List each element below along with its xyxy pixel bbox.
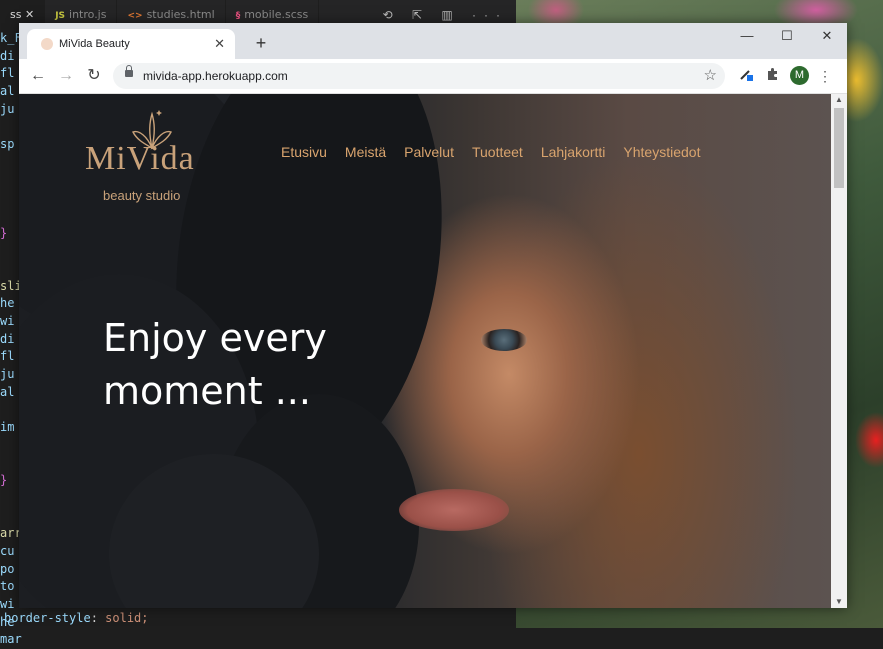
- code-line: cu: [0, 543, 15, 558]
- hero-line-1: Enjoy every: [103, 316, 327, 360]
- logo-tagline: beauty studio: [103, 188, 181, 203]
- extension-pen-icon[interactable]: [735, 59, 757, 93]
- js-file-icon: JS: [55, 11, 66, 21]
- favicon-icon: [41, 38, 53, 50]
- code-line: sp: [0, 137, 15, 152]
- eye-detail: [481, 329, 527, 351]
- menu-kebab-icon[interactable]: ⋮: [817, 59, 833, 93]
- site-logo[interactable]: MiVida beauty studio: [85, 108, 215, 203]
- code-line: sli: [0, 278, 22, 293]
- code-line: al: [0, 84, 15, 99]
- tab-strip: MiVida Beauty ✕ + — ☐ ✕: [19, 23, 847, 59]
- scss-file-icon: §: [235, 11, 241, 21]
- code-line: wi: [0, 314, 15, 328]
- reload-button[interactable]: ↻: [80, 59, 108, 93]
- browser-window: MiVida Beauty ✕ + — ☐ ✕ ← → ↻ mivida-app…: [19, 23, 847, 608]
- code-line: im: [0, 420, 15, 435]
- scroll-down-arrow-icon[interactable]: ▼: [831, 596, 847, 608]
- nav-link-tuotteet[interactable]: Tuotteet: [472, 144, 523, 160]
- url-text: mivida-app.herokuapp.com: [143, 69, 288, 83]
- css-value: solid;: [105, 611, 149, 625]
- code-line: di: [0, 48, 15, 63]
- logo-wordmark: MiVida: [85, 140, 195, 177]
- page-scrollbar[interactable]: ▲ ▼: [831, 94, 847, 608]
- hero-heading: Enjoy every moment ...: [103, 312, 363, 418]
- code-line: k_F: [0, 31, 22, 45]
- back-button[interactable]: ←: [24, 59, 52, 93]
- scroll-up-arrow-icon[interactable]: ▲: [831, 94, 847, 106]
- code-line: mar: [0, 632, 22, 647]
- editor-tab-label: studies.html: [146, 8, 215, 21]
- code-line: po: [0, 561, 15, 576]
- code-lines: k_Fdi fl al ju sp} sli he wi di fl ju al im} arr cu po t…: [0, 30, 22, 649]
- browser-toolbar: ← → ↻ mivida-app.herokuapp.com ☆ M ⋮: [19, 59, 847, 94]
- extensions-puzzle-icon[interactable]: [761, 59, 783, 93]
- maximize-button[interactable]: ☐: [767, 23, 807, 49]
- css-property: border-style: [4, 611, 91, 625]
- address-bar[interactable]: mivida-app.herokuapp.com ☆: [113, 63, 725, 89]
- editor-tab-label: ss: [10, 8, 22, 21]
- editor-tab-label: intro.js: [69, 8, 107, 21]
- hero-line-2: moment ...: [103, 369, 311, 413]
- forward-button[interactable]: →: [52, 59, 80, 93]
- tab-close-icon[interactable]: ✕: [214, 29, 225, 59]
- editor-tab-label: mobile.scss: [244, 8, 309, 21]
- html-file-icon: <>: [127, 11, 143, 21]
- lock-icon: [125, 65, 133, 77]
- nav-link-palvelut[interactable]: Palvelut: [404, 144, 454, 160]
- tab-title: MiVida Beauty: [59, 38, 130, 50]
- nav-link-etusivu[interactable]: Etusivu: [281, 144, 327, 160]
- code-line: ju: [0, 101, 15, 116]
- lips-detail: [399, 489, 509, 531]
- code-line: arr: [0, 526, 22, 541]
- nav-link-lahjakortti[interactable]: Lahjakortti: [541, 144, 606, 160]
- code-line: }: [0, 473, 8, 488]
- minimize-button[interactable]: —: [727, 23, 767, 49]
- code-line: to: [0, 579, 15, 594]
- browser-tab[interactable]: MiVida Beauty ✕: [27, 29, 235, 59]
- code-line: di: [0, 331, 15, 346]
- nav-link-yhteystiedot[interactable]: Yhteystiedot: [623, 144, 700, 160]
- code-line: ju: [0, 367, 15, 382]
- profile-avatar[interactable]: M: [790, 66, 809, 85]
- close-window-button[interactable]: ✕: [807, 23, 847, 49]
- nav-link-meista[interactable]: Meistä: [345, 144, 386, 160]
- code-line: he: [0, 296, 15, 311]
- code-line: fl: [0, 66, 15, 81]
- site-nav: Etusivu Meistä Palvelut Tuotteet Lahjako…: [281, 144, 718, 160]
- bookmark-star-icon[interactable]: ☆: [704, 63, 717, 89]
- scrollbar-thumb[interactable]: [834, 108, 844, 188]
- page-hero: MiVida beauty studio Etusivu Meistä Palv…: [19, 94, 831, 608]
- new-tab-button[interactable]: +: [247, 29, 275, 57]
- code-line: al: [0, 384, 15, 399]
- code-bottom-line: border-style: solid;: [4, 611, 149, 625]
- code-line: fl: [0, 349, 15, 364]
- code-line: }: [0, 225, 8, 240]
